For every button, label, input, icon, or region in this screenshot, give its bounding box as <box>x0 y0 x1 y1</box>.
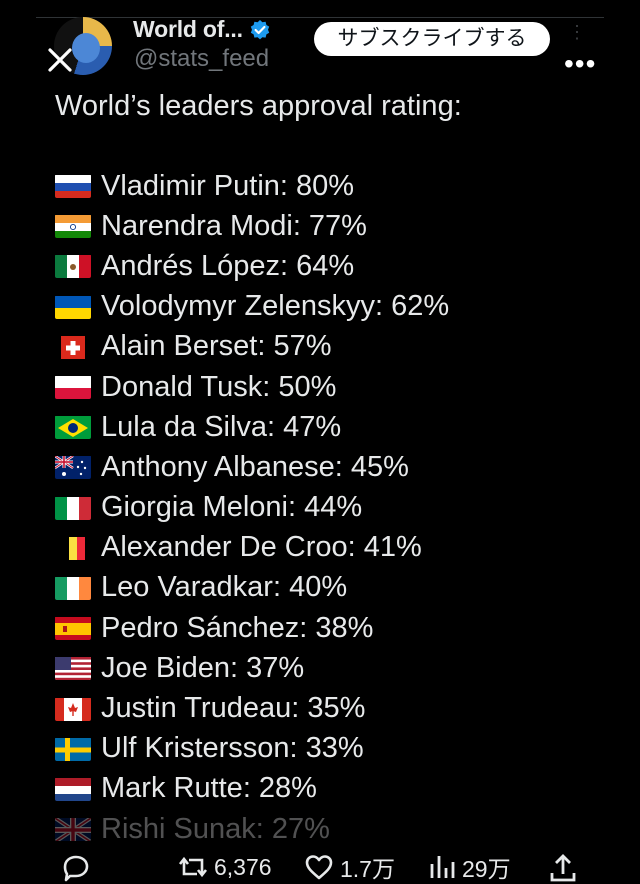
top-divider <box>36 17 604 18</box>
like-count: 1.7万 <box>340 856 395 882</box>
leader-text: Vladimir Putin: 80% <box>101 169 355 202</box>
leader-row: Joe Biden: 37% <box>55 648 615 688</box>
retweet-icon <box>178 856 208 878</box>
india-flag-icon <box>55 214 91 239</box>
italy-flag-icon <box>55 496 91 520</box>
mexico-flag-icon <box>55 254 91 279</box>
account-handle[interactable]: @stats_feed <box>134 45 269 73</box>
share-button[interactable] <box>546 850 580 884</box>
leader-row: Ulf Kristersson: 33% <box>55 729 615 769</box>
more-options-button[interactable]: ••• <box>564 48 596 80</box>
like-button[interactable]: 1.7万 <box>302 850 395 884</box>
retweet-count: 6,376 <box>214 853 272 880</box>
leader-row: Alexander De Croo: 41% <box>55 528 615 568</box>
leader-row: Giorgia Meloni: 44% <box>55 488 615 528</box>
tweet-action-bar: 6,376 1.7万 29万 <box>0 844 640 882</box>
tweet-headline: World’s leaders approval rating: <box>55 90 462 122</box>
verified-badge-icon <box>250 19 270 39</box>
leader-text: Giorgia Meloni: 44% <box>101 491 363 524</box>
spain-flag-icon <box>55 616 91 641</box>
leader-row: Lula da Silva: 47% <box>55 407 615 447</box>
close-button[interactable] <box>42 42 78 78</box>
retweet-button[interactable]: 6,376 <box>176 850 272 884</box>
leader-text: Andrés López: 64% <box>101 249 355 282</box>
leader-row: Donald Tusk: 50% <box>55 367 615 407</box>
views-count: 29万 <box>462 856 511 882</box>
close-icon <box>48 48 72 72</box>
belgium-flag-icon <box>55 536 91 560</box>
leader-row: Justin Trudeau: 35% <box>55 688 615 728</box>
leader-text: Volodymyr Zelenskyy: 62% <box>101 290 450 323</box>
netherlands-flag-icon <box>55 777 91 801</box>
leader-text: Leo Varadkar: 40% <box>101 571 348 604</box>
leader-text: Ulf Kristersson: 33% <box>101 732 364 765</box>
leader-row: Alain Berset: 57% <box>55 327 615 367</box>
share-icon <box>550 854 576 882</box>
leader-text: Joe Biden: 37% <box>101 651 305 684</box>
leader-text: Justin Trudeau: 35% <box>101 692 366 725</box>
australia-flag-icon <box>55 455 91 480</box>
leader-list: Vladimir Putin: 80% Narendra Modi: 77% And… <box>55 166 615 849</box>
leader-text: Narendra Modi: 77% <box>101 209 367 242</box>
leader-text: Alain Berset: 57% <box>101 330 332 363</box>
leader-text: Donald Tusk: 50% <box>101 370 337 403</box>
uk-flag-icon <box>55 817 91 842</box>
brazil-flag-icon <box>55 415 91 440</box>
reply-button[interactable] <box>58 850 92 884</box>
tweet-text: World’s leaders approval rating: Vladimi… <box>55 86 615 849</box>
ukraine-flag-icon <box>55 295 91 319</box>
canada-flag-icon <box>55 697 91 721</box>
heart-icon <box>305 855 333 880</box>
leader-row: Anthony Albanese: 45% <box>55 447 615 487</box>
leader-text: Alexander De Croo: 41% <box>101 531 422 564</box>
leader-row: Leo Varadkar: 40% <box>55 568 615 608</box>
poland-flag-icon <box>55 375 91 400</box>
leader-text: Anthony Albanese: 45% <box>101 450 409 483</box>
leader-text: Pedro Sánchez: 38% <box>101 611 374 644</box>
leader-row: Vladimir Putin: 80% <box>55 166 615 206</box>
leader-row: Volodymyr Zelenskyy: 62% <box>55 287 615 327</box>
usa-flag-icon <box>55 656 91 681</box>
leader-text: Rishi Sunak: 27% <box>101 812 330 845</box>
switzerland-flag-icon <box>55 335 91 359</box>
leader-row: Mark Rutte: 28% <box>55 769 615 809</box>
leader-row: Narendra Modi: 77% <box>55 206 615 246</box>
russia-flag-icon <box>55 174 91 199</box>
faded-menu-icon: ⋮ <box>568 22 586 42</box>
leader-row: Andrés López: 64% <box>55 246 615 286</box>
bar-chart-icon <box>430 856 455 878</box>
speech-bubble-icon <box>63 855 89 882</box>
leader-row: Pedro Sánchez: 38% <box>55 608 615 648</box>
leader-text: Lula da Silva: 47% <box>101 410 342 443</box>
sweden-flag-icon <box>55 737 91 761</box>
account-name[interactable]: World of... <box>133 16 243 43</box>
leader-text: Mark Rutte: 28% <box>101 772 317 805</box>
account-name-row[interactable]: World of... <box>133 16 271 43</box>
ireland-flag-icon <box>55 576 91 600</box>
more-dots-icon: ••• <box>564 48 597 79</box>
views-button[interactable]: 29万 <box>424 850 511 884</box>
subscribe-button[interactable]: サブスクライブする <box>314 22 550 56</box>
